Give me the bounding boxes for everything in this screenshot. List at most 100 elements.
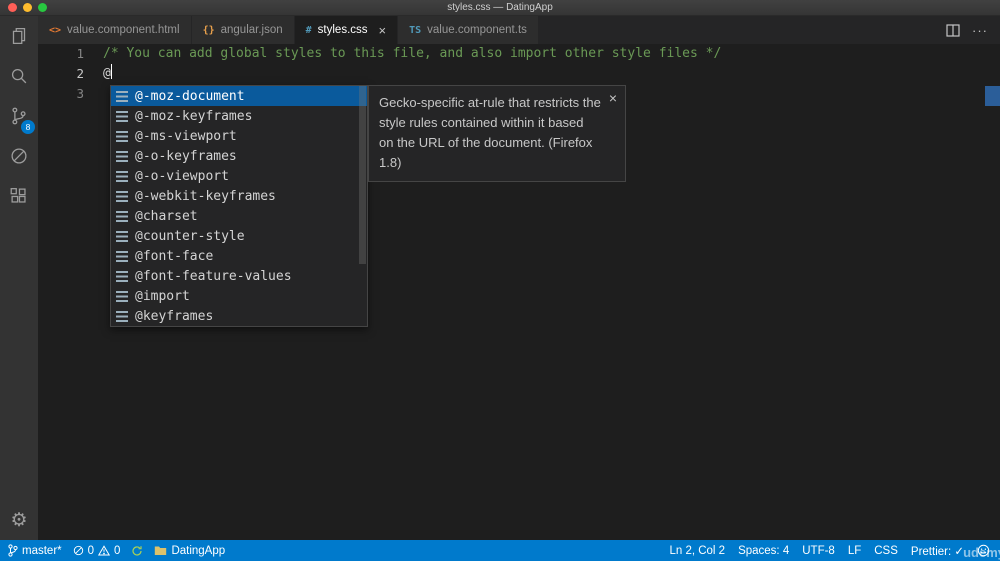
- property-icon: [116, 210, 128, 222]
- html-icon: <>: [49, 24, 62, 36]
- editor-actions: ···: [934, 16, 1000, 44]
- suggest-item[interactable]: @-webkit-keyframes: [111, 186, 367, 206]
- search-icon: [8, 65, 30, 87]
- line-number: 3: [76, 86, 84, 101]
- cursor-position-status[interactable]: Ln 2, Col 2: [669, 545, 725, 557]
- activity-bar: 8 ⚙: [0, 16, 38, 540]
- property-icon: [116, 170, 128, 182]
- status-bar: master* 0 0 DatingApp Ln 2, Col 2 Spaces…: [0, 540, 1000, 561]
- close-window-button[interactable]: [8, 3, 17, 12]
- feedback-smiley-icon[interactable]: [977, 544, 990, 557]
- extensions-icon: [8, 185, 30, 207]
- error-count: 0: [87, 544, 95, 557]
- zoom-window-button[interactable]: [38, 3, 47, 12]
- tab-label: value.component.ts: [427, 24, 527, 36]
- overview-ruler-mark: [985, 86, 1000, 106]
- property-icon: [116, 90, 128, 102]
- titlebar: styles.css — DatingApp: [0, 0, 1000, 16]
- property-icon: [116, 110, 128, 122]
- property-icon: [116, 150, 128, 162]
- suggest-scrollbar[interactable]: [359, 86, 366, 264]
- window-title: styles.css — DatingApp: [447, 2, 553, 13]
- suggest-item[interactable]: @-o-viewport: [111, 166, 367, 186]
- tab-label: styles.css: [317, 24, 368, 36]
- ts-icon: TS: [409, 24, 422, 36]
- prettier-status[interactable]: Prettier: ✓: [911, 544, 964, 558]
- property-icon: [116, 250, 128, 262]
- tab-label: value.component.html: [67, 24, 180, 36]
- property-icon: [116, 290, 128, 302]
- suggest-item[interactable]: @-ms-viewport: [111, 126, 367, 146]
- language-mode-status[interactable]: CSS: [874, 545, 898, 557]
- problems-status[interactable]: 0 0: [73, 544, 121, 557]
- line-number: 1: [76, 46, 84, 61]
- traffic-lights: [8, 3, 47, 12]
- warning-count: 0: [114, 544, 121, 557]
- minimize-window-button[interactable]: [23, 3, 32, 12]
- tab-angular-json[interactable]: {} angular.json: [191, 16, 295, 44]
- suggest-item[interactable]: @import: [111, 286, 367, 306]
- property-icon: [116, 230, 128, 242]
- suggest-doc-popup: Gecko-specific at-rule that restricts th…: [368, 85, 626, 182]
- eol-status[interactable]: LF: [848, 545, 861, 557]
- suggest-item[interactable]: @counter-style: [111, 226, 367, 246]
- suggest-label: @-webkit-keyframes: [135, 188, 276, 204]
- code-editor[interactable]: 1 /* You can add global styles to this f…: [38, 44, 1000, 540]
- tab-styles-css[interactable]: # styles.css ×: [294, 16, 399, 44]
- project-status[interactable]: DatingApp: [154, 545, 225, 557]
- sync-status[interactable]: [131, 545, 143, 557]
- doc-text: Gecko-specific at-rule that restricts th…: [379, 95, 601, 170]
- suggest-item[interactable]: @-moz-keyframes: [111, 106, 367, 126]
- sidebar-item-source-control[interactable]: 8: [0, 96, 38, 136]
- suggest-item[interactable]: @font-face: [111, 246, 367, 266]
- debug-icon: [8, 145, 30, 167]
- suggest-item[interactable]: @-moz-document: [111, 86, 367, 106]
- text-cursor: [110, 64, 113, 79]
- code-text: @: [103, 66, 111, 81]
- suggest-label: @counter-style: [135, 228, 245, 244]
- encoding-status[interactable]: UTF-8: [802, 545, 835, 557]
- suggest-label: @font-face: [135, 248, 214, 264]
- settings-gear-icon[interactable]: ⚙: [0, 510, 38, 532]
- suggest-label: @-ms-viewport: [135, 128, 237, 144]
- sidebar-item-explorer[interactable]: [0, 16, 38, 56]
- explorer-icon: [8, 25, 30, 47]
- suggest-label: @-moz-keyframes: [135, 108, 253, 124]
- code-comment: /* You can add global styles to this fil…: [103, 46, 722, 61]
- indentation-status[interactable]: Spaces: 4: [738, 545, 789, 557]
- suggest-label: @-o-keyframes: [135, 148, 237, 164]
- tab-value-component-html[interactable]: <> value.component.html: [38, 16, 192, 44]
- property-icon: [116, 270, 128, 282]
- line-number: 2: [76, 66, 84, 81]
- property-icon: [116, 130, 128, 142]
- sidebar-item-extensions[interactable]: [0, 176, 38, 216]
- suggest-item[interactable]: @keyframes: [111, 306, 367, 326]
- property-icon: [116, 310, 128, 322]
- suggest-label: @keyframes: [135, 308, 214, 324]
- close-doc-icon[interactable]: ×: [609, 91, 617, 105]
- error-icon: [73, 545, 83, 556]
- close-tab-icon[interactable]: ×: [379, 23, 387, 38]
- more-actions-icon[interactable]: ···: [972, 23, 988, 38]
- suggest-item[interactable]: @font-feature-values: [111, 266, 367, 286]
- git-branch-status[interactable]: master*: [8, 544, 62, 557]
- suggest-label: @font-feature-values: [135, 268, 292, 284]
- warning-icon: [98, 545, 111, 556]
- suggest-item[interactable]: @charset: [111, 206, 367, 226]
- tab-label: angular.json: [220, 24, 283, 36]
- scm-badge: 8: [21, 120, 35, 134]
- vscode-window: styles.css — DatingApp 8 ⚙ <> value.comp…: [0, 0, 1000, 561]
- sidebar-item-search[interactable]: [0, 56, 38, 96]
- suggest-label: @-moz-document: [135, 88, 245, 104]
- suggest-label: @-o-viewport: [135, 168, 229, 184]
- editor-line: 2 @: [38, 64, 1000, 84]
- suggest-label: @import: [135, 288, 190, 304]
- split-editor-icon[interactable]: [946, 23, 960, 37]
- tab-value-component-ts[interactable]: TS value.component.ts: [398, 16, 539, 44]
- suggest-item[interactable]: @-o-keyframes: [111, 146, 367, 166]
- sidebar-item-debug[interactable]: [0, 136, 38, 176]
- branch-icon: [8, 544, 18, 557]
- css-icon: #: [305, 24, 312, 36]
- editor-line: 1 /* You can add global styles to this f…: [38, 44, 1000, 64]
